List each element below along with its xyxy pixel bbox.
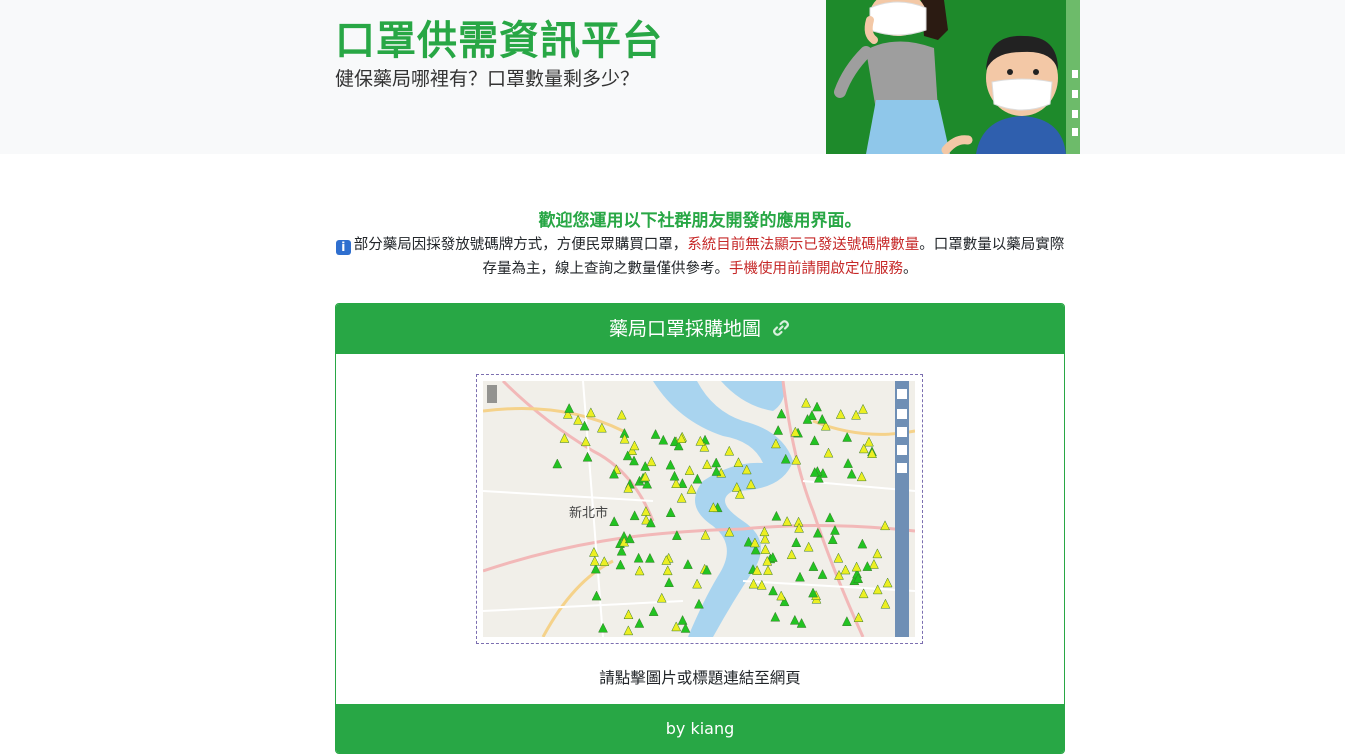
notice-text: i 部分藥局因採發放號碼牌方式，方便民眾購買口罩，系統目前無法顯示已發送號碼牌數量…: [335, 233, 1065, 281]
notice-part-1: 部分藥局因採發放號碼牌方式，方便民眾購買口罩，: [353, 237, 688, 253]
pharmacy-map-image: 新北市: [483, 381, 915, 637]
hero-banner: 口罩供需資訊平台 健保藥局哪裡有？口罩數量剩多少？: [0, 0, 1345, 154]
mask-illustration: [826, 0, 1080, 154]
map-caption: 請點擊圖片或標題連結至網頁: [599, 669, 801, 687]
map-thumbnail-link[interactable]: 新北市: [476, 374, 923, 644]
card-title: 藥局口罩採購地圖: [608, 318, 761, 340]
card-footer-author: by kiang: [336, 704, 1064, 753]
page-subtitle: 健保藥局哪裡有？口罩數量剩多少？: [335, 68, 640, 90]
notice-part-5: 。: [903, 261, 918, 277]
welcome-message: 歡迎您運用以下社群朋友開發的應用界面。: [538, 211, 862, 231]
info-icon: i: [335, 240, 351, 255]
notice-warning-2: 手機使用前請開啟定位服務: [729, 261, 903, 277]
notice-warning-1: 系統目前無法顯示已發送號碼牌數量: [687, 237, 920, 253]
map-district-label: 新北市: [569, 505, 608, 520]
page-title: 口罩供需資訊平台: [335, 18, 663, 64]
link-icon: [771, 307, 791, 357]
card-title-link[interactable]: 藥局口罩採購地圖: [336, 304, 1064, 354]
pharmacy-map-card: 藥局口罩採購地圖 新北市 請點擊圖片或標題連結至網頁 by kiang: [335, 303, 1065, 754]
people-wearing-masks-illustration: [826, 0, 1080, 154]
